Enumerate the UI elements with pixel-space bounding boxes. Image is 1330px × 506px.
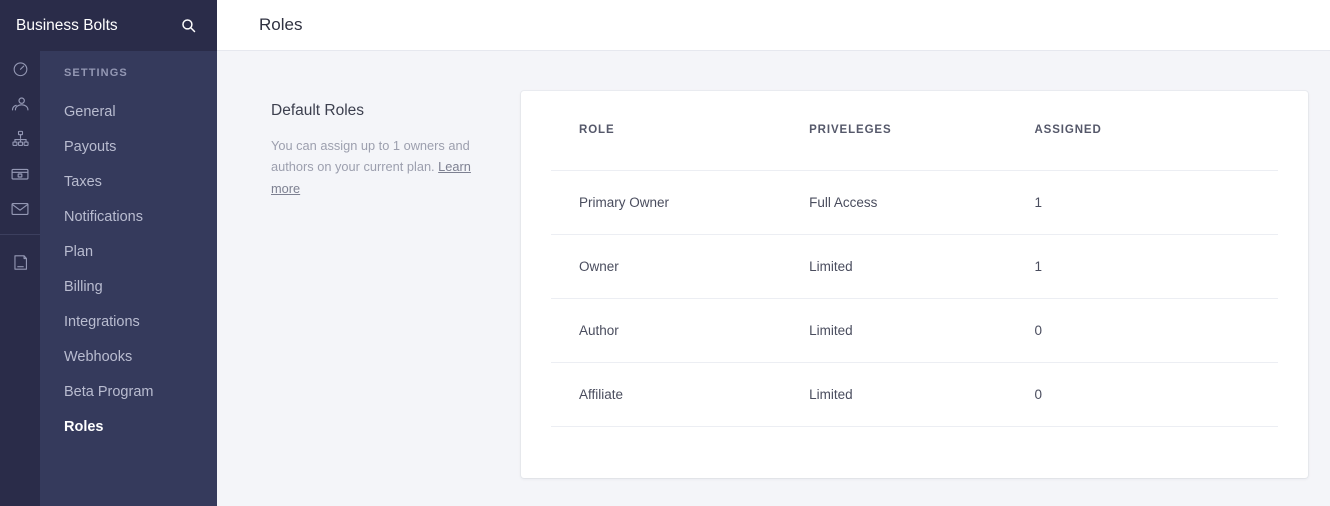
description-body: You can assign up to 1 owners and author…: [271, 135, 493, 199]
table-row[interactable]: OwnerLimited1: [551, 234, 1278, 298]
assigned-cell: 0: [1034, 362, 1278, 426]
sidebar-item-notifications[interactable]: Notifications: [64, 200, 217, 235]
mail-icon[interactable]: [0, 191, 40, 226]
role-cell: Primary Owner: [551, 170, 809, 234]
audience-icon[interactable]: [0, 86, 40, 121]
main-area: Roles Default Roles You can assign up to…: [217, 0, 1330, 506]
sitemap-icon[interactable]: [0, 121, 40, 156]
main-header: Roles: [217, 0, 1330, 51]
sidebar-item-payouts[interactable]: Payouts: [64, 130, 217, 165]
sidebar-item-roles[interactable]: Roles: [64, 410, 217, 445]
sidebar-item-integrations[interactable]: Integrations: [64, 305, 217, 340]
rail-divider: [0, 234, 40, 235]
content-area: Default Roles You can assign up to 1 own…: [217, 51, 1330, 478]
sidebar-item-webhooks[interactable]: Webhooks: [64, 340, 217, 375]
role-cell: Affiliate: [551, 362, 809, 426]
page-title: Roles: [259, 15, 302, 35]
table-header-row: ROLE PRIVELEGES ASSIGNED: [551, 91, 1278, 170]
assigned-cell: 1: [1034, 170, 1278, 234]
privileges-cell: Limited: [809, 234, 1034, 298]
payments-icon[interactable]: [0, 156, 40, 191]
roles-table-body: Primary OwnerFull Access1OwnerLimited1Au…: [551, 170, 1278, 426]
sidebar-item-beta-program[interactable]: Beta Program: [64, 375, 217, 410]
sidebar-item-plan[interactable]: Plan: [64, 235, 217, 270]
dashboard-icon[interactable]: [0, 51, 40, 86]
role-cell: Owner: [551, 234, 809, 298]
table-row[interactable]: Primary OwnerFull Access1: [551, 170, 1278, 234]
library-icon[interactable]: [0, 245, 40, 280]
sidebar: SETTINGS GeneralPayoutsTaxesNotification…: [40, 0, 217, 506]
table-row[interactable]: AuthorLimited0: [551, 298, 1278, 362]
privileges-cell: Limited: [809, 362, 1034, 426]
assigned-cell: 0: [1034, 298, 1278, 362]
privileges-cell: Full Access: [809, 170, 1034, 234]
sidebar-item-taxes[interactable]: Taxes: [64, 165, 217, 200]
column-header-role: ROLE: [551, 91, 809, 170]
column-header-privileges: PRIVELEGES: [809, 91, 1034, 170]
description-column: Default Roles You can assign up to 1 own…: [271, 91, 521, 478]
roles-table: ROLE PRIVELEGES ASSIGNED Primary OwnerFu…: [551, 91, 1278, 427]
app-root: SETTINGS GeneralPayoutsTaxesNotification…: [0, 0, 1330, 506]
roles-table-head: ROLE PRIVELEGES ASSIGNED: [551, 91, 1278, 170]
role-cell: Author: [551, 298, 809, 362]
column-header-assigned: ASSIGNED: [1034, 91, 1278, 170]
sidebar-item-billing[interactable]: Billing: [64, 270, 217, 305]
brand-bar: Business Bolts: [0, 0, 217, 51]
description-title: Default Roles: [271, 102, 493, 120]
sidebar-nav-list: GeneralPayoutsTaxesNotificationsPlanBill…: [64, 95, 217, 445]
icon-rail: [0, 0, 40, 506]
sidebar-section-label: SETTINGS: [64, 67, 217, 79]
sidebar-item-general[interactable]: General: [64, 95, 217, 130]
brand-name: Business Bolts: [16, 17, 177, 35]
assigned-cell: 1: [1034, 234, 1278, 298]
roles-card: ROLE PRIVELEGES ASSIGNED Primary OwnerFu…: [521, 91, 1308, 478]
table-row[interactable]: AffiliateLimited0: [551, 362, 1278, 426]
search-icon[interactable]: [177, 15, 199, 37]
privileges-cell: Limited: [809, 298, 1034, 362]
